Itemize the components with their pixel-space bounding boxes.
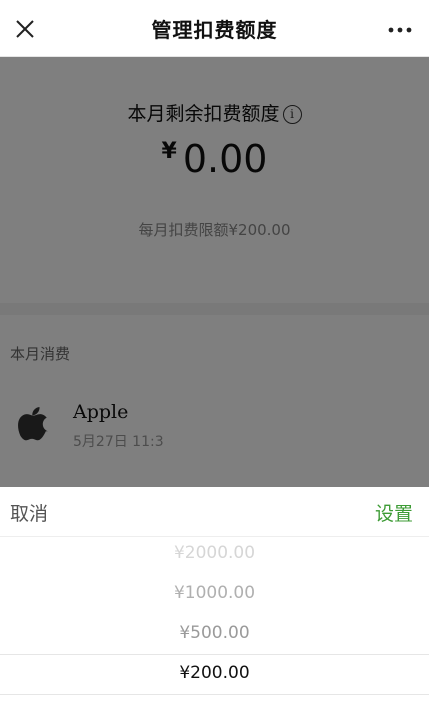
picker-option[interactable]: ¥500.00 — [0, 613, 429, 653]
page-title: 管理扣费额度 — [151, 17, 278, 42]
sheet-toolbar: 取消 设置 — [0, 487, 429, 537]
more-button[interactable] — [385, 18, 415, 42]
close-button[interactable] — [12, 16, 38, 42]
selection-line-bottom — [0, 694, 429, 695]
more-dots-icon — [388, 27, 412, 33]
close-icon — [16, 20, 34, 38]
picker-option[interactable]: ¥1000.00 — [0, 573, 429, 613]
dim-overlay[interactable] — [0, 57, 429, 487]
set-button[interactable]: 设置 — [375, 499, 413, 526]
picker-option[interactable]: ¥2000.00 — [0, 537, 429, 573]
nav-header: 管理扣费额度 — [0, 0, 429, 57]
limit-picker-sheet: 取消 设置 ¥2000.00 ¥1000.00 ¥500.00 ¥200.00 — [0, 487, 429, 715]
picker-option-selected[interactable]: ¥200.00 — [0, 653, 429, 693]
cancel-button[interactable]: 取消 — [10, 499, 48, 526]
amount-picker[interactable]: ¥2000.00 ¥1000.00 ¥500.00 ¥200.00 — [0, 537, 429, 715]
